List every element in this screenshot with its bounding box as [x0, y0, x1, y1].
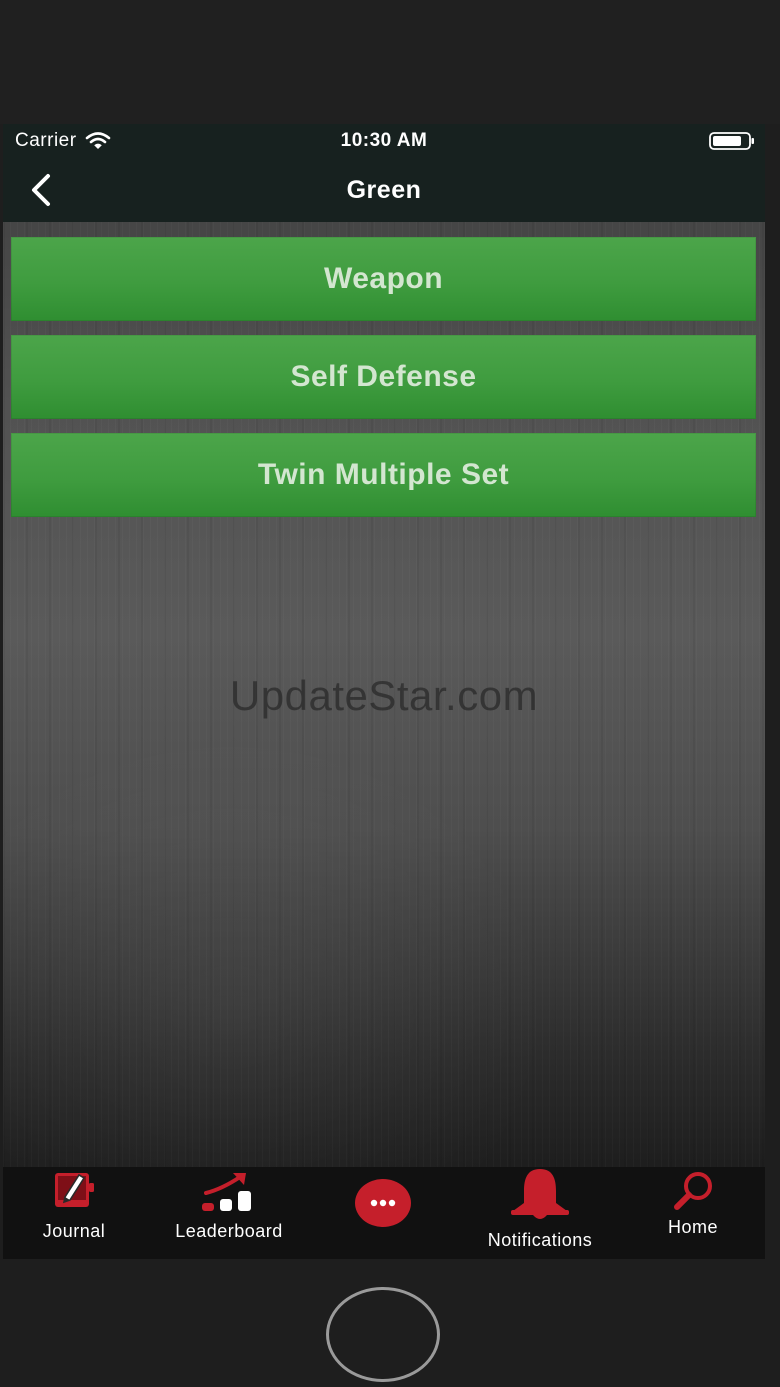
menu-button-weapon[interactable]: Weapon: [11, 237, 756, 321]
tab-label-notifications: Notifications: [487, 1230, 593, 1250]
tab-more[interactable]: [345, 1167, 421, 1259]
bell-icon: [511, 1169, 569, 1219]
battery-icon: [709, 132, 754, 150]
page-title: Green: [346, 176, 422, 204]
watermark: UpdateStar.com: [229, 672, 539, 719]
wifi-icon: [85, 132, 110, 149]
device-top-bezel: [0, 0, 780, 124]
more-icon: [355, 1179, 411, 1227]
carrier-label: Carrier: [15, 130, 77, 151]
tab-label-home: Home: [667, 1217, 718, 1237]
leaderboard-icon: [202, 1173, 251, 1211]
tab-label-journal: Journal: [42, 1221, 106, 1241]
tab-notifications[interactable]: Notifications: [469, 1167, 611, 1259]
device-home-button[interactable]: [326, 1287, 440, 1382]
journal-icon: [55, 1173, 94, 1207]
status-bar: Carrier 10:30 AM: [3, 124, 765, 158]
status-time: 10:30 AM: [340, 130, 428, 151]
tab-journal[interactable]: Journal: [23, 1167, 125, 1259]
search-icon: [674, 1172, 712, 1210]
navigation-bar: Green: [3, 158, 765, 222]
tab-bar: Journal Leaderboard Notifications Home: [3, 1167, 765, 1259]
chevron-left-icon: [32, 174, 50, 206]
tab-leaderboard[interactable]: Leaderboard: [163, 1167, 295, 1259]
back-button[interactable]: [21, 170, 61, 210]
app-screen: Carrier 10:30 AM Green Weapon Self Defen…: [3, 124, 765, 1259]
tab-label-leaderboard: Leaderboard: [175, 1221, 283, 1241]
tab-home[interactable]: Home: [651, 1167, 735, 1259]
menu-list: Weapon Self Defense Twin Multiple Set: [11, 237, 756, 531]
menu-button-self-defense[interactable]: Self Defense: [11, 335, 756, 419]
menu-button-twin-multiple-set[interactable]: Twin Multiple Set: [11, 433, 756, 517]
